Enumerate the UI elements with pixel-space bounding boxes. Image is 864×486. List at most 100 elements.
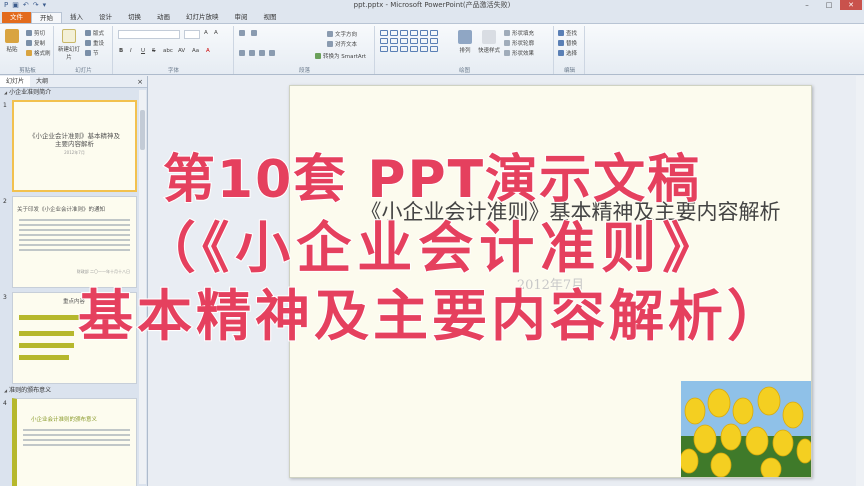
new-slide-icon	[62, 29, 76, 43]
tab-slides[interactable]: 幻灯片	[0, 76, 31, 87]
shape-icon[interactable]	[410, 46, 418, 52]
close-button[interactable]: ✕	[840, 0, 862, 10]
shadow-button[interactable]: abc	[163, 48, 173, 54]
brush-icon	[26, 50, 32, 56]
layout-button[interactable]: 版式	[85, 29, 104, 37]
shape-icon[interactable]	[400, 30, 408, 36]
smartart-button[interactable]: 转换为 SmartArt	[315, 52, 366, 60]
numbering-icon	[251, 30, 257, 36]
format-painter-button[interactable]: 格式刷	[26, 49, 51, 57]
slides-group-label: 幻灯片	[75, 68, 92, 74]
tab-file[interactable]: 文件	[2, 12, 31, 23]
tab-outline[interactable]: 大纲	[30, 76, 54, 87]
tab-animations[interactable]: 动画	[149, 12, 178, 23]
shape-icon[interactable]	[420, 30, 428, 36]
char-spacing-button[interactable]: AV	[178, 48, 185, 54]
shape-icon[interactable]	[400, 38, 408, 44]
find-button[interactable]: 查找	[558, 29, 577, 37]
bold-button[interactable]: B	[119, 48, 123, 54]
overlay-line-1: 第10套 PPT演示文稿	[162, 149, 702, 211]
shape-icon[interactable]	[380, 38, 388, 44]
shape-icon[interactable]	[430, 30, 438, 36]
font-size-select[interactable]	[184, 30, 200, 39]
shape-fill-label: 形状填充	[512, 31, 535, 37]
new-slide-label: 新建幻灯片	[58, 47, 81, 61]
align-center-button[interactable]	[249, 50, 255, 56]
slides-group: 新建幻灯片 版式 重设 节 幻灯片	[55, 26, 113, 74]
section-header[interactable]: 准则的颁布意义	[0, 386, 147, 396]
font-color-button[interactable]: A	[206, 48, 210, 54]
slide-thumbnail[interactable]: 小企业会计准则的颁布意义	[12, 398, 137, 486]
copy-button[interactable]: 复制	[26, 39, 45, 47]
shape-icon[interactable]	[410, 30, 418, 36]
thumb-body-text	[23, 429, 130, 449]
numbering-button[interactable]	[251, 30, 257, 36]
find-label: 查找	[566, 31, 578, 37]
arrange-button[interactable]: 排列	[458, 30, 472, 54]
minimize-button[interactable]: –	[796, 0, 818, 10]
tab-home[interactable]: 开始	[31, 12, 62, 23]
tulip-image[interactable]	[681, 381, 811, 477]
shape-icon[interactable]	[420, 46, 428, 52]
italic-button[interactable]: I	[130, 48, 132, 54]
align-text-button[interactable]: 对齐文本	[327, 40, 357, 48]
cut-button[interactable]: 剪切	[26, 29, 45, 37]
align-right-button[interactable]	[259, 50, 265, 56]
slide-thumbnail-row[interactable]: 4 小企业会计准则的颁布意义	[0, 396, 147, 486]
grow-font-button[interactable]: A	[204, 30, 208, 36]
shape-icon[interactable]	[420, 38, 428, 44]
shape-icon[interactable]	[380, 46, 388, 52]
shape-icon[interactable]	[430, 38, 438, 44]
section-header[interactable]: 小企业准则简介	[0, 88, 147, 98]
panel-close-button[interactable]: ×	[137, 76, 147, 87]
find-icon	[558, 30, 564, 36]
bullets-button[interactable]	[239, 30, 245, 36]
justify-button[interactable]	[269, 50, 275, 56]
shape-icon[interactable]	[390, 38, 398, 44]
reset-button[interactable]: 重设	[85, 39, 104, 47]
quick-styles-button[interactable]: 快速样式	[478, 30, 500, 54]
shape-icon[interactable]	[430, 46, 438, 52]
shape-icon[interactable]	[390, 30, 398, 36]
text-direction-button[interactable]: 文字方向	[327, 30, 357, 38]
shape-outline-button[interactable]: 形状轮廓	[504, 39, 534, 47]
underline-button[interactable]: U	[141, 48, 145, 54]
strikethrough-button[interactable]: S	[152, 48, 156, 54]
layout-icon	[85, 30, 91, 36]
clipboard-group-label: 剪贴板	[19, 68, 36, 74]
slide-number: 4	[3, 400, 7, 407]
text-direction-icon	[327, 31, 333, 37]
align-left-button[interactable]	[239, 50, 245, 56]
shape-icon[interactable]	[410, 38, 418, 44]
outline-icon	[504, 40, 510, 46]
tab-view[interactable]: 视图	[256, 12, 285, 23]
paste-button[interactable]: 粘贴	[5, 29, 19, 53]
new-slide-button[interactable]: 新建幻灯片	[58, 29, 80, 61]
shapes-gallery[interactable]	[380, 30, 438, 52]
tab-insert[interactable]: 插入	[62, 12, 91, 23]
tab-review[interactable]: 审阅	[227, 12, 256, 23]
shape-icon[interactable]	[390, 46, 398, 52]
scrollbar-thumb[interactable]	[140, 110, 145, 150]
tab-design[interactable]: 设计	[91, 12, 120, 23]
change-case-label: Aa	[192, 48, 200, 54]
shape-icon[interactable]	[380, 30, 388, 36]
window-controls: – □ ✕	[796, 0, 862, 10]
tab-slideshow[interactable]: 幻灯片放映	[178, 12, 227, 23]
shrink-font-label: A	[214, 30, 218, 36]
tab-transitions[interactable]: 切换	[120, 12, 149, 23]
select-button[interactable]: 选择	[558, 49, 577, 57]
quick-styles-label: 快速样式	[478, 48, 501, 54]
shape-fill-button[interactable]: 形状填充	[504, 29, 534, 37]
drawing-group: 排列 快速样式 形状填充 形状轮廓 形状效果 绘图	[376, 26, 554, 74]
effects-icon	[504, 50, 510, 56]
shrink-font-button[interactable]: A	[214, 30, 218, 36]
change-case-button[interactable]: Aa	[192, 48, 199, 54]
section-button[interactable]: 节	[85, 49, 99, 57]
shape-icon[interactable]	[400, 46, 408, 52]
shape-effects-button[interactable]: 形状效果	[504, 49, 534, 57]
font-name-select[interactable]	[118, 30, 180, 39]
maximize-button[interactable]: □	[818, 0, 840, 10]
align-text-icon	[327, 41, 333, 47]
replace-button[interactable]: 替换	[558, 39, 577, 47]
